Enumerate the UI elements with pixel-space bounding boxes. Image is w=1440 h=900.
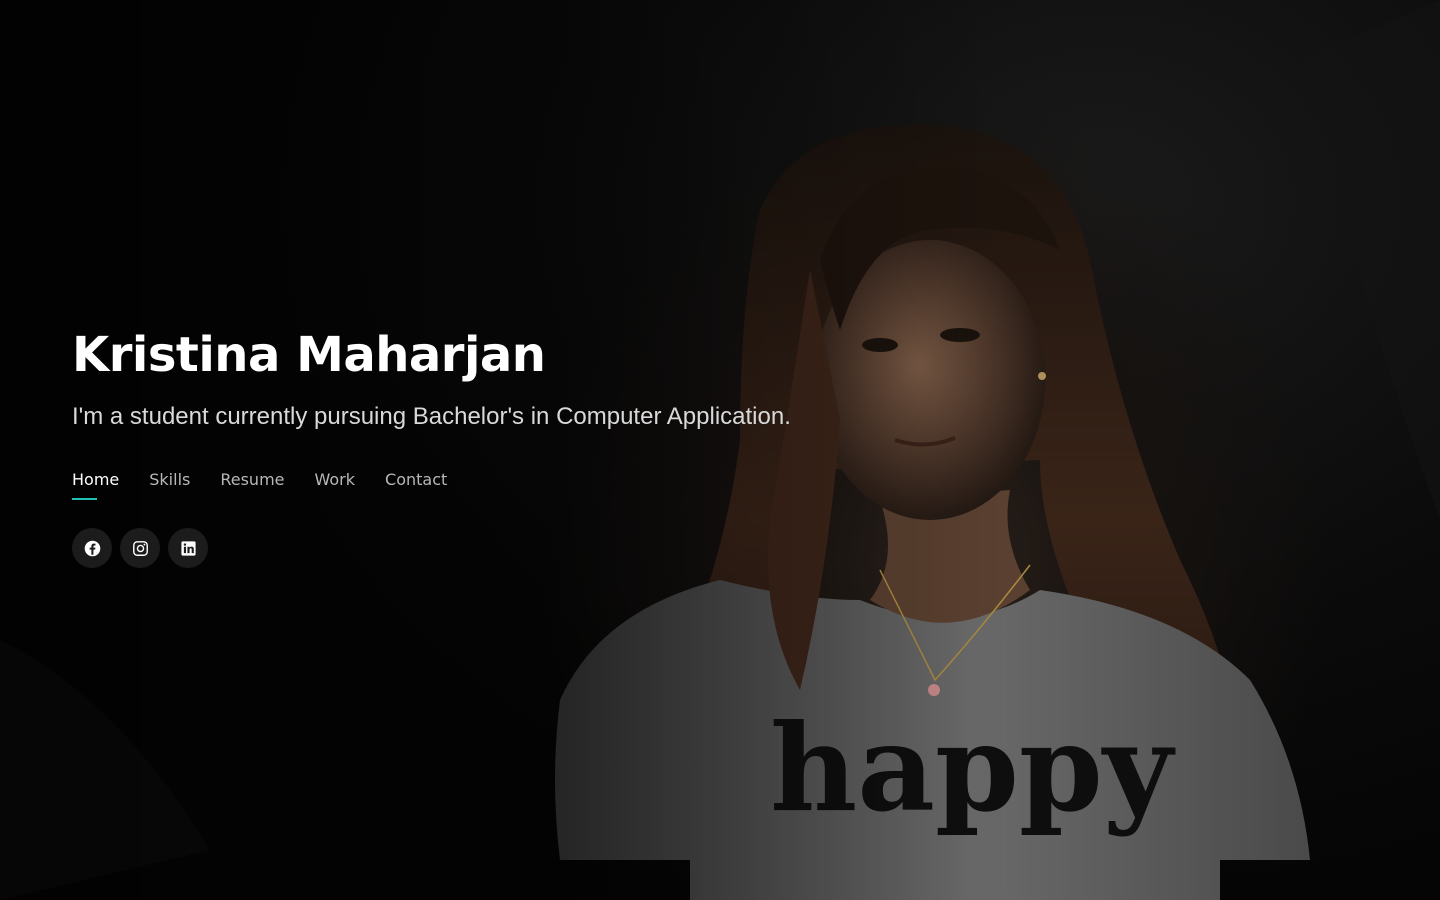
instagram-button[interactable]: [120, 528, 160, 568]
linkedin-button[interactable]: [168, 528, 208, 568]
social-links: [72, 528, 972, 568]
nav-link-home[interactable]: Home: [72, 468, 119, 500]
hero-name: Kristina Maharjan: [72, 327, 546, 383]
nav-link-work[interactable]: Work: [315, 468, 356, 498]
facebook-button[interactable]: [72, 528, 112, 568]
nav-link-contact[interactable]: Contact: [385, 468, 447, 498]
nav-link-resume[interactable]: Resume: [220, 468, 284, 498]
main-nav: Home Skills Resume Work Contact: [72, 468, 972, 500]
linkedin-icon: [180, 540, 196, 556]
instagram-icon: [132, 540, 148, 556]
hero-content: Kristina Maharjan I'm a student currentl…: [72, 322, 972, 568]
hero-tagline: I'm a student currently pursuing Bachelo…: [72, 403, 791, 430]
facebook-icon: [84, 540, 100, 556]
nav-link-skills[interactable]: Skills: [149, 468, 190, 498]
hero-section: happy Kristina Maharjan I'm a student cu…: [0, 0, 1440, 900]
